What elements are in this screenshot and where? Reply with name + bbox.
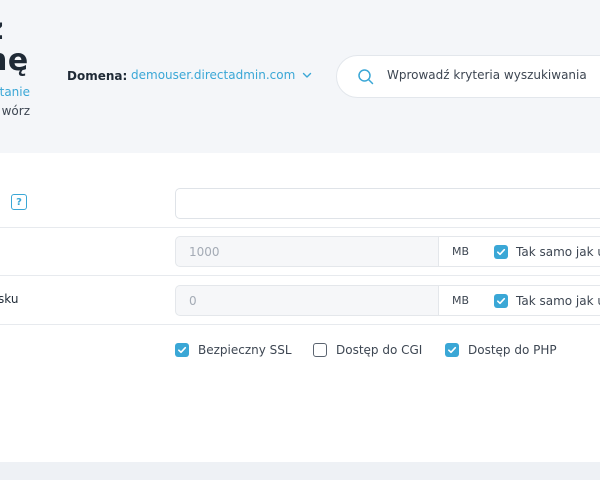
disk-same-label: Tak samo jak u [516,293,600,308]
disk-same-toggle[interactable]: Tak samo jak u [482,285,600,316]
check-icon [178,346,187,354]
domain-label: Domena: [67,69,128,83]
search-icon [358,69,374,85]
row-divider [0,275,600,276]
footer-strip [0,462,600,480]
check-icon [497,248,506,255]
breadcrumb-current: wórz [1,104,30,118]
domain-value[interactable]: demouser.directadmin.com [131,68,295,82]
quota-same-label: Tak samo jak u [516,244,600,259]
check-icon [448,346,457,354]
ssl-checkbox[interactable] [175,343,189,357]
cgi-option[interactable]: Dostęp do CGI [313,343,422,357]
quota-same-checkbox[interactable] [494,244,508,259]
search-box[interactable] [336,55,600,98]
row-divider [0,227,600,228]
page-title-line2: nę [0,43,29,78]
php-checkbox[interactable] [445,343,459,357]
search-input[interactable] [387,68,600,82]
row-divider [0,324,600,325]
name-field[interactable] [175,188,600,219]
disk-unit: MB [438,285,483,316]
check-icon [497,297,506,304]
php-label: Dostęp do PHP [468,343,557,357]
quota-input[interactable]: 1000 [175,236,439,267]
disk-row-label: sku [0,292,19,306]
ssl-option[interactable]: Bezpieczny SSL [175,343,292,357]
cgi-checkbox[interactable] [313,343,327,357]
breadcrumb-link[interactable]: tanie [0,85,30,99]
page-title: z nę [0,14,29,76]
page-header: z nę tanie wórz Domena: demouser.directa… [0,0,600,153]
page-title-line1: z [0,14,29,45]
domain-selector[interactable]: demouser.directadmin.com [131,68,313,82]
disk-input[interactable]: 0 [175,285,439,316]
quota-same-toggle[interactable]: Tak samo jak u [482,236,600,267]
php-option[interactable]: Dostęp do PHP [445,343,557,357]
quota-unit: MB [438,236,483,267]
cgi-label: Dostęp do CGI [336,343,423,357]
ssl-label: Bezpieczny SSL [198,343,292,357]
help-icon[interactable]: ? [11,194,27,210]
disk-same-checkbox[interactable] [494,293,508,308]
form-panel: ? 1000 MB Tak samo jak u sku 0 MB Tak sa… [0,153,600,462]
chevron-down-icon[interactable] [301,69,313,81]
